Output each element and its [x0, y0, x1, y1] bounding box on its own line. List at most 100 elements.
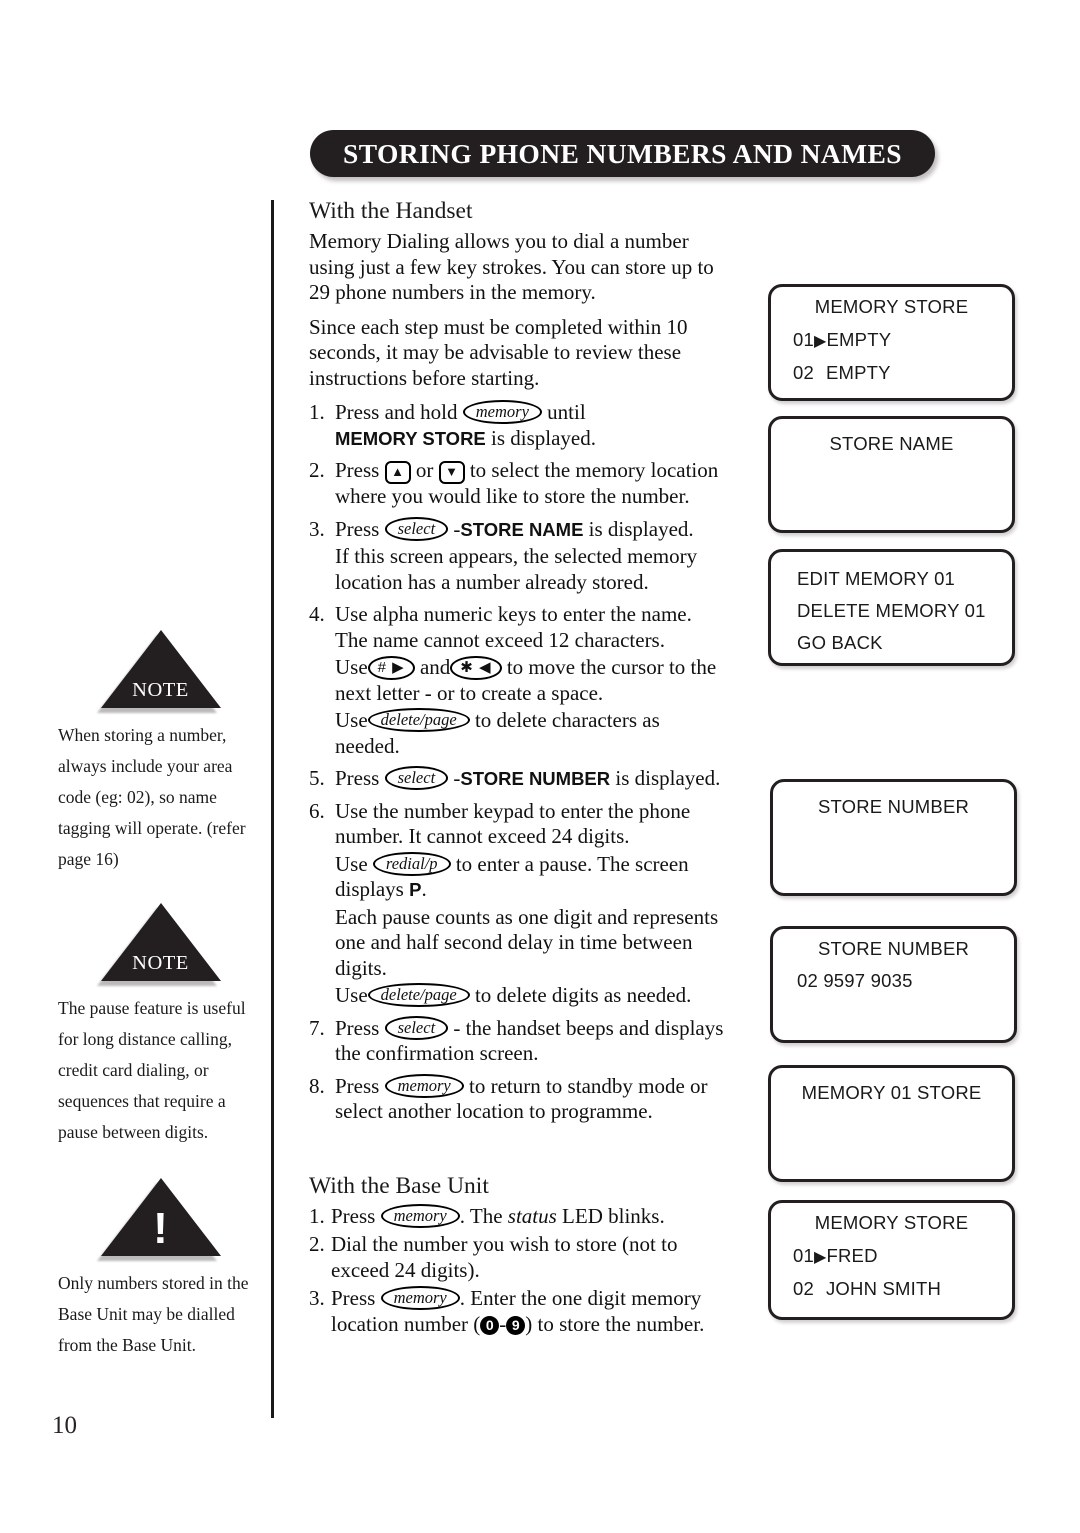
step-4-sub1-mid: and	[419, 655, 451, 679]
lcd-row-index: 01	[793, 1245, 814, 1266]
lcd-row-label: FRED	[826, 1245, 878, 1266]
step-3-line2: If this screen appears, the selected mem…	[335, 544, 698, 594]
up-arrow-key[interactable]: ▲	[384, 461, 411, 484]
cursor-arrow-icon: ▶	[813, 1249, 827, 1266]
note-block-area-code: NOTE When storing a number, always inclu…	[58, 630, 263, 875]
note-triangle-label: NOTE	[132, 679, 189, 701]
redial-p-key[interactable]: redial/p	[372, 851, 451, 876]
note-triangle-icon: NOTE	[96, 903, 221, 986]
memory-key[interactable]: memory	[384, 1073, 464, 1098]
note-triangle-label: NOTE	[132, 952, 189, 974]
step-8-pre-text: Press	[335, 1073, 380, 1098]
lcd-title: STORE NUMBER	[817, 938, 970, 959]
step-number: 8.	[309, 1073, 325, 1098]
lcd-title: STORE NUMBER	[817, 796, 970, 817]
down-arrow-key[interactable]: ▼	[438, 461, 465, 484]
hash-right-key[interactable]: # ▶	[367, 656, 415, 680]
page-header-banner: STORING PHONE NUMBERS AND NAMES	[310, 130, 935, 177]
lcd-row-index: 02	[793, 1278, 814, 1299]
lcd-memory-store-filled: MEMORY STORE 01▶FRED 02 JOHN SMITH	[768, 1200, 1015, 1320]
handset-step-7: 7. Press select - the handset beeps and …	[309, 1015, 729, 1067]
lcd-title: STORE NAME	[829, 433, 954, 454]
lcd-ref-store-number: STORE NUMBER	[460, 768, 611, 789]
star-left-key[interactable]: ✱ ◀	[450, 656, 502, 680]
step-5-post-text: is displayed.	[615, 766, 721, 790]
lcd-menu-item-edit[interactable]: EDIT MEMORY 01	[771, 568, 1012, 590]
instructions-column: With the Handset Memory Dialing allows y…	[309, 196, 729, 1344]
status-led-label: status	[507, 1203, 557, 1228]
note-block-pause: NOTE The pause feature is useful for lon…	[58, 903, 263, 1148]
step-6-sub1-pre: Use	[335, 851, 368, 876]
step-6-line1: Use the number keypad to enter the phone…	[335, 798, 691, 849]
lcd-row: 01▶FRED	[771, 1245, 1012, 1267]
note-text-pause: The pause feature is useful for long dis…	[58, 998, 246, 1142]
step-number: 1.	[309, 1203, 325, 1228]
handset-step-1: 1. Press and hold memory until MEMORY ST…	[309, 400, 729, 451]
lcd-title: MEMORY STORE	[814, 1212, 969, 1233]
step-number: 3.	[309, 1286, 325, 1310]
lcd-ref-store-name: STORE NAME	[460, 518, 584, 540]
select-key[interactable]: select	[384, 516, 449, 541]
cursor-arrow-icon: ▶	[813, 333, 827, 350]
step-1-line2-rest: is displayed.	[485, 425, 597, 450]
notes-column: NOTE When storing a number, always inclu…	[58, 630, 263, 1381]
handset-step-4: 4. Use alpha numeric keys to enter the n…	[309, 602, 729, 759]
digit-key-9[interactable]: 9	[506, 1315, 526, 1335]
note-text-area-code: When storing a number, always include yo…	[58, 725, 246, 869]
note-triangle-icon: NOTE	[96, 630, 221, 713]
lcd-memory-store-empty: MEMORY STORE 01▶EMPTY 02 EMPTY	[768, 284, 1015, 401]
pause-indicator-p: P	[409, 879, 422, 900]
lcd-row: 02 EMPTY	[771, 362, 1012, 384]
lcd-row-label: EMPTY	[825, 362, 891, 383]
lcd-title: MEMORY 01 STORE	[801, 1082, 982, 1103]
base-step-2: 2. Dial the number you wish to store (no…	[309, 1232, 729, 1283]
handset-intro-paragraph-1: Memory Dialing allows you to dial a numb…	[309, 229, 714, 304]
step-4-sub1-pre: Use	[335, 655, 368, 679]
handset-step-2: 2. Press ▲ or ▼ to select the memory loc…	[309, 458, 729, 510]
base-step-3-post2: ) to store the number.	[525, 1311, 705, 1336]
lcd-store-number-filled: STORE NUMBER 02 9597 9035	[770, 926, 1017, 1043]
handset-step-8: 8. Press memory to return to standby mod…	[309, 1073, 729, 1125]
note-block-base-unit: ! Only numbers stored in the Base Unit m…	[58, 1178, 263, 1361]
lcd-menu-item-go-back[interactable]: GO BACK	[771, 632, 1012, 654]
lcd-memory-01-store: MEMORY 01 STORE	[768, 1065, 1015, 1182]
base-step-1-pre: Press	[331, 1203, 376, 1228]
lcd-ref-memory-store: MEMORY STORE	[335, 427, 486, 449]
note-text-base-unit: Only numbers stored in the Base Unit may…	[58, 1273, 249, 1355]
memory-key[interactable]: memory	[380, 1286, 460, 1310]
lcd-store-name: STORE NAME	[768, 416, 1015, 533]
step-6-sub3-post: to delete digits as needed.	[474, 983, 692, 1007]
page-title: STORING PHONE NUMBERS AND NAMES	[343, 137, 902, 169]
memory-key[interactable]: memory	[380, 1203, 460, 1228]
step-5-pre-text: Press	[335, 766, 380, 790]
step-number: 6.	[309, 798, 325, 823]
step-number: 2.	[309, 458, 325, 482]
digit-key-0[interactable]: 0	[480, 1315, 500, 1335]
lcd-row-label: JOHN SMITH	[825, 1278, 942, 1299]
step-6-sub3-pre: Use	[335, 983, 368, 1007]
lcd-row: 02 JOHN SMITH	[771, 1278, 1012, 1300]
warning-exclamation-label: !	[153, 1204, 168, 1253]
section-heading-handset: With the Handset	[309, 198, 473, 224]
step-6-sub2: Each pause counts as one digit and repre…	[335, 904, 719, 980]
lcd-row-index: 02	[793, 362, 814, 383]
step-number: 1.	[309, 400, 325, 424]
select-key[interactable]: select	[384, 766, 449, 790]
step-number: 3.	[309, 516, 325, 541]
select-key[interactable]: select	[384, 1015, 449, 1040]
lcd-row-index: 01	[793, 329, 814, 350]
step-7-pre-text: Press	[335, 1015, 380, 1040]
base-step-3: 3. Press memory. Enter the one digit mem…	[309, 1286, 729, 1337]
handset-step-6: 6. Use the number keypad to enter the ph…	[309, 799, 729, 1009]
delete-page-key[interactable]: delete/page	[367, 708, 470, 732]
delete-page-key[interactable]: delete/page	[367, 983, 470, 1007]
column-divider	[271, 200, 274, 1418]
handset-intro-paragraph-2: Since each step must be completed within…	[309, 314, 688, 390]
step-6-sub1-end: .	[421, 877, 427, 901]
base-step-1-post2: LED blinks.	[562, 1203, 665, 1228]
memory-key[interactable]: memory	[462, 400, 542, 424]
lcd-menu-item-delete[interactable]: DELETE MEMORY 01	[771, 600, 1012, 622]
warning-triangle-icon: !	[96, 1178, 221, 1261]
lcd-edit-delete-menu: EDIT MEMORY 01 DELETE MEMORY 01 GO BACK	[768, 549, 1015, 666]
lcd-stored-number-value: 02 9597 9035	[797, 970, 913, 991]
